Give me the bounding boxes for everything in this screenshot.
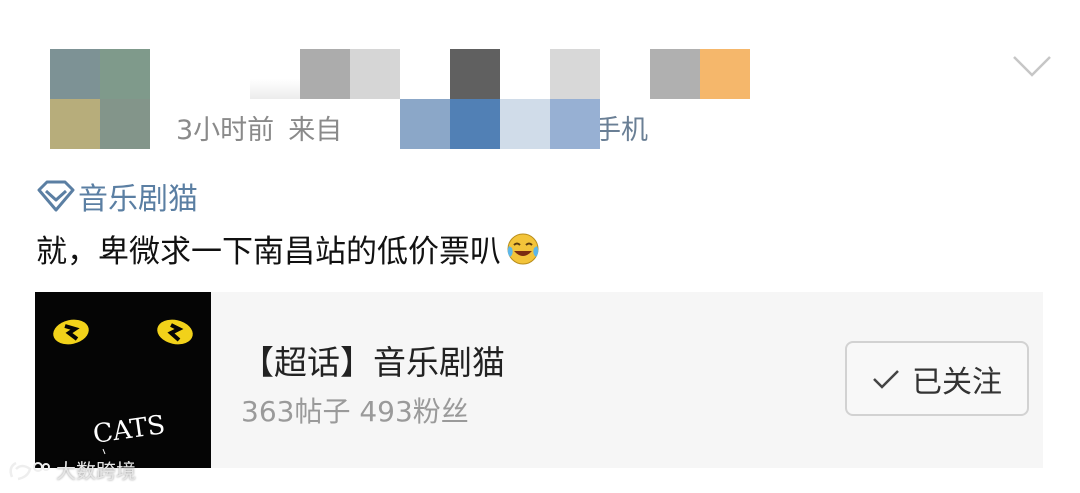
name-pixel [350,49,400,99]
device-pixel [450,99,500,149]
topic-thumbnail: CATS [35,292,211,468]
diamond-icon [37,180,75,212]
topic-link[interactable]: 音乐剧猫 [36,176,198,217]
topic-label: 音乐剧猫 [78,182,198,217]
laugh-cry-emoji-icon [507,233,539,264]
post-time: 3小时前 [176,115,275,146]
watermark-logo-icon [9,461,50,480]
name-pixel [650,49,700,99]
chevron-down-icon[interactable] [1012,54,1052,78]
check-icon [873,369,899,389]
device-pixel [500,99,550,149]
post-text: 就，卑微求一下南昌站的低价票叭 [36,234,501,270]
super-topic-card[interactable]: CATS 【超话】音乐剧猫 363帖子 493粉丝 已关注 [35,292,1043,468]
avatar-pixel [50,99,100,149]
post-meta: 3小时前 来自 手机 [176,108,648,147]
avatar-pixel [100,49,150,99]
avatar-pixel [50,49,100,99]
cats-logo-text: CATS [91,410,167,450]
name-pixel [250,49,300,99]
name-pixel [550,49,600,99]
follow-button[interactable]: 已关注 [845,341,1029,416]
post-source-device[interactable]: 手机 [594,108,648,147]
avatar-pixel [100,99,150,149]
follow-label: 已关注 [912,364,1002,400]
post-body: 就，卑微求一下南昌站的低价票叭 [36,226,541,271]
device-pixel [550,99,600,149]
cats-logo: CATS [53,319,193,455]
watermark: 大数跨境 [6,455,136,484]
card-title[interactable]: 【超话】音乐剧猫 [241,336,505,384]
watermark-text: 大数跨境 [56,459,136,483]
name-pixel [300,49,350,99]
card-stats: 363帖子 493粉丝 [241,395,469,428]
device-pixel [400,99,450,149]
post-source-prefix: 来自 [288,115,343,146]
name-pixel [450,49,500,99]
name-pixel [700,49,750,99]
